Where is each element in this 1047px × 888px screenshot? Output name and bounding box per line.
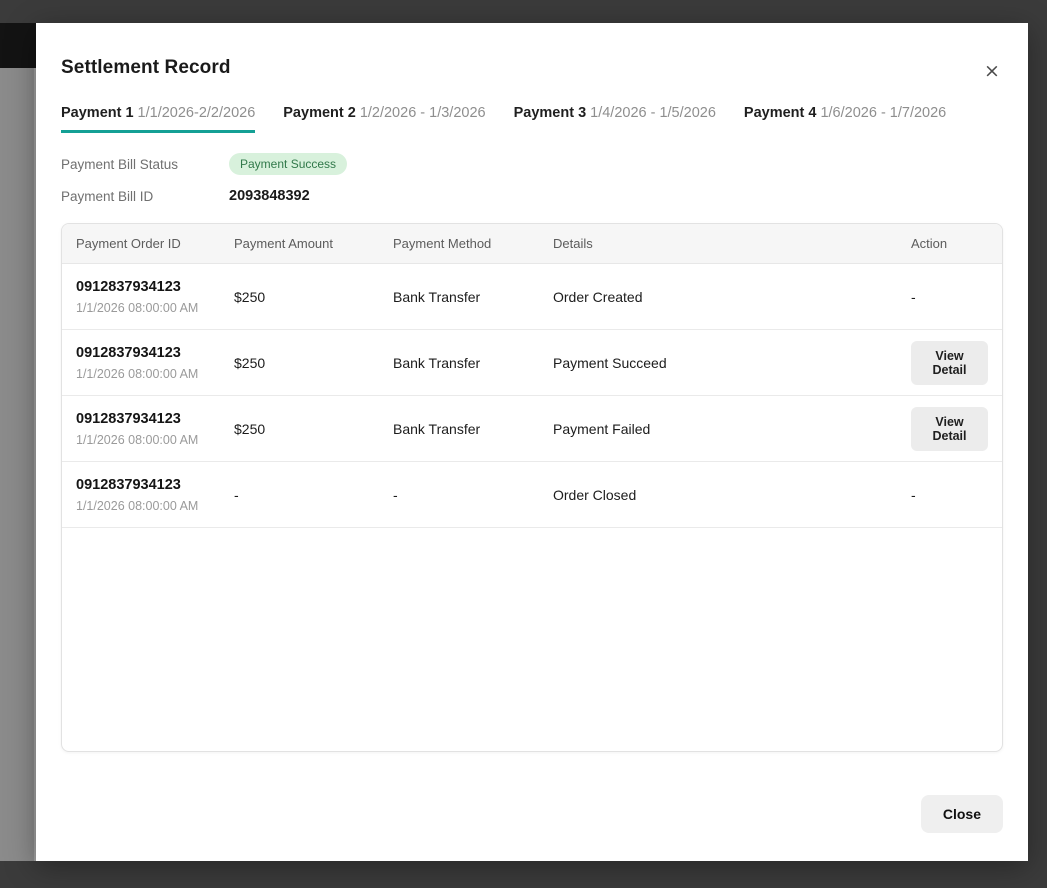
table-header-row: Payment Order ID Payment Amount Payment …: [62, 224, 1002, 264]
col-header-method: Payment Method: [393, 236, 553, 251]
view-detail-button[interactable]: View Detail: [911, 407, 988, 451]
cell-details: Order Closed: [553, 487, 911, 503]
col-header-details: Details: [553, 236, 911, 251]
bill-id-label: Payment Bill ID: [61, 189, 229, 204]
cell-method: -: [393, 487, 553, 503]
settlement-record-modal: Settlement Record × Payment 11/1/2026-2/…: [36, 23, 1028, 861]
tab-payment-4-label: Payment 4: [744, 105, 817, 121]
cell-method: Bank Transfer: [393, 289, 553, 305]
table-row: 0912837934123 1/1/2026 08:00:00 AM - - O…: [62, 462, 1002, 528]
close-button[interactable]: Close: [921, 795, 1003, 833]
tab-payment-1[interactable]: Payment 11/1/2026-2/2/2026: [61, 105, 255, 133]
cell-order-timestamp: 1/1/2026 08:00:00 AM: [76, 433, 234, 447]
modal-footer: Close: [921, 795, 1003, 833]
cell-order-id: 0912837934123 1/1/2026 08:00:00 AM: [76, 278, 234, 315]
tab-payment-3[interactable]: Payment 31/4/2026 - 1/5/2026: [514, 105, 716, 133]
cell-amount: $250: [234, 421, 393, 437]
tab-payment-2[interactable]: Payment 21/2/2026 - 1/3/2026: [283, 105, 485, 133]
cell-amount: $250: [234, 289, 393, 305]
action-placeholder: -: [911, 289, 916, 305]
modal-title: Settlement Record: [61, 57, 1003, 79]
col-header-amount: Payment Amount: [234, 236, 393, 251]
cell-action: View Detail: [911, 341, 988, 385]
cell-details: Payment Failed: [553, 421, 911, 437]
cell-order-id: 0912837934123 1/1/2026 08:00:00 AM: [76, 410, 234, 447]
tab-payment-2-label: Payment 2: [283, 105, 356, 121]
cell-details: Order Created: [553, 289, 911, 305]
table-row: 0912837934123 1/1/2026 08:00:00 AM $250 …: [62, 264, 1002, 330]
cell-method: Bank Transfer: [393, 421, 553, 437]
bill-id-row: Payment Bill ID 2093848392: [61, 185, 1003, 207]
cell-order-id: 0912837934123 1/1/2026 08:00:00 AM: [76, 344, 234, 381]
tab-payment-1-range: 1/1/2026-2/2/2026: [138, 105, 256, 121]
bill-summary: Payment Bill Status Payment Success Paym…: [61, 153, 1003, 207]
close-icon[interactable]: ×: [980, 59, 1004, 83]
payment-tabs: Payment 11/1/2026-2/2/2026 Payment 21/2/…: [61, 105, 1003, 133]
tab-payment-3-range: 1/4/2026 - 1/5/2026: [590, 105, 716, 121]
cell-order-timestamp: 1/1/2026 08:00:00 AM: [76, 499, 234, 513]
bill-id-value: 2093848392: [229, 188, 310, 204]
cell-amount: $250: [234, 355, 393, 371]
payment-orders-table: Payment Order ID Payment Amount Payment …: [61, 223, 1003, 752]
cell-order-id: 0912837934123 1/1/2026 08:00:00 AM: [76, 476, 234, 513]
cell-action: -: [911, 289, 988, 305]
cell-amount: -: [234, 487, 393, 503]
cell-method: Bank Transfer: [393, 355, 553, 371]
cell-order-timestamp: 1/1/2026 08:00:00 AM: [76, 301, 234, 315]
status-badge: Payment Success: [229, 153, 347, 175]
tab-payment-4[interactable]: Payment 41/6/2026 - 1/7/2026: [744, 105, 946, 133]
cell-action: View Detail: [911, 407, 988, 451]
underlying-page-header-strip: [0, 23, 36, 68]
cell-action: -: [911, 487, 988, 503]
tab-payment-2-range: 1/2/2026 - 1/3/2026: [360, 105, 486, 121]
col-header-action: Action: [911, 236, 988, 251]
underlying-page-body-strip: [0, 68, 36, 861]
tab-payment-4-range: 1/6/2026 - 1/7/2026: [820, 105, 946, 121]
table-row: 0912837934123 1/1/2026 08:00:00 AM $250 …: [62, 396, 1002, 462]
action-placeholder: -: [911, 487, 916, 503]
tab-payment-3-label: Payment 3: [514, 105, 587, 121]
tab-payment-1-label: Payment 1: [61, 105, 134, 121]
cell-details: Payment Succeed: [553, 355, 911, 371]
bill-status-row: Payment Bill Status Payment Success: [61, 153, 1003, 175]
cell-order-timestamp: 1/1/2026 08:00:00 AM: [76, 367, 234, 381]
bill-status-label: Payment Bill Status: [61, 157, 229, 172]
table-row: 0912837934123 1/1/2026 08:00:00 AM $250 …: [62, 330, 1002, 396]
col-header-order-id: Payment Order ID: [76, 236, 234, 251]
view-detail-button[interactable]: View Detail: [911, 341, 988, 385]
